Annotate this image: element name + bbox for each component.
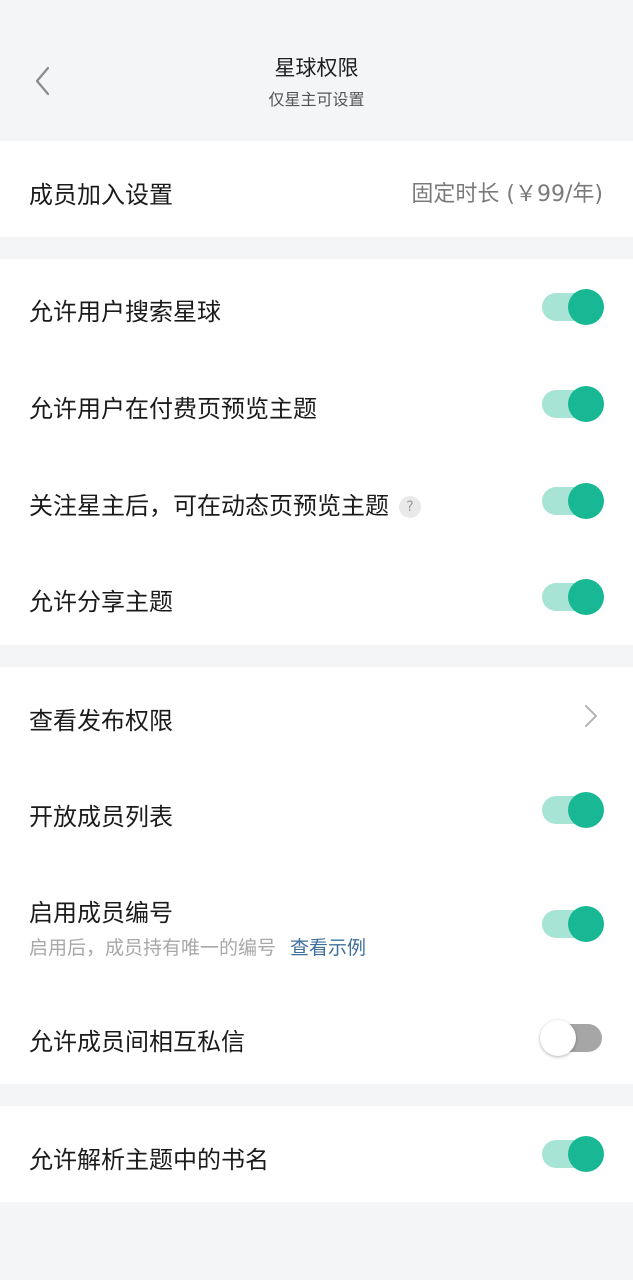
publish-permission-label: 查看发布权限 bbox=[29, 707, 173, 735]
membership-section: 成员加入设置 固定时长 (￥99/年) bbox=[0, 141, 633, 237]
membership-setting-row[interactable]: 成员加入设置 固定时长 (￥99/年) bbox=[0, 141, 633, 237]
membership-setting-value: 固定时长 (￥99/年) bbox=[411, 182, 603, 207]
member-number-toggle[interactable] bbox=[542, 906, 604, 942]
permissions-page: 星球权限 仅星主可设置 成员加入设置 固定时长 (￥99/年) 允许用户搜索星球… bbox=[0, 0, 633, 1280]
follow-preview-row: 关注星主后，可在动态页预览主题? bbox=[0, 453, 633, 550]
help-icon[interactable]: ? bbox=[399, 496, 421, 518]
private-message-row: 允许成员间相互私信 bbox=[0, 986, 633, 1084]
search-planet-label: 允许用户搜索星球 bbox=[29, 298, 221, 326]
private-message-toggle[interactable] bbox=[540, 1020, 604, 1056]
header: 星球权限 仅星主可设置 bbox=[0, 0, 633, 141]
member-number-sub: 启用后，成员持有唯一的编号 bbox=[29, 937, 277, 959]
parse-book-label: 允许解析主题中的书名 bbox=[29, 1146, 269, 1174]
page-title: 星球权限 bbox=[274, 56, 359, 80]
search-planet-toggle[interactable] bbox=[542, 289, 604, 325]
parse-book-row: 允许解析主题中的书名 bbox=[0, 1106, 633, 1202]
member-list-row: 开放成员列表 bbox=[0, 764, 633, 861]
member-number-description: 启用后，成员持有唯一的编号 查看示例 bbox=[29, 933, 366, 960]
visibility-section: 允许用户搜索星球 允许用户在付费页预览主题 关注星主后，可在动态页预览主题? 允… bbox=[0, 259, 633, 645]
page-subtitle: 仅星主可设置 bbox=[268, 90, 365, 109]
book-section: 允许解析主题中的书名 bbox=[0, 1106, 633, 1202]
search-planet-row: 允许用户搜索星球 bbox=[0, 259, 633, 356]
preview-topics-row: 允许用户在付费页预览主题 bbox=[0, 356, 633, 453]
share-topics-row: 允许分享主题 bbox=[0, 550, 633, 645]
member-list-toggle[interactable] bbox=[542, 792, 604, 828]
publish-permission-row[interactable]: 查看发布权限 bbox=[0, 667, 633, 764]
preview-topics-label: 允许用户在付费页预览主题 bbox=[29, 395, 317, 423]
share-topics-label: 允许分享主题 bbox=[29, 588, 173, 616]
follow-preview-text: 关注星主后，可在动态页预览主题 bbox=[29, 492, 389, 520]
member-list-label: 开放成员列表 bbox=[29, 803, 173, 831]
chevron-right-icon bbox=[585, 705, 597, 727]
member-number-label: 启用成员编号 bbox=[29, 899, 173, 927]
view-example-link[interactable]: 查看示例 bbox=[290, 937, 366, 959]
member-number-row: 启用成员编号 启用后，成员持有唯一的编号 查看示例 bbox=[0, 861, 633, 986]
preview-topics-toggle[interactable] bbox=[542, 386, 604, 422]
share-topics-toggle[interactable] bbox=[542, 579, 604, 615]
private-message-label: 允许成员间相互私信 bbox=[29, 1028, 245, 1056]
member-section: 查看发布权限 开放成员列表 启用成员编号 启用后，成员持有唯一的编号 查看示例 允… bbox=[0, 667, 633, 1084]
follow-preview-toggle[interactable] bbox=[542, 483, 604, 519]
parse-book-toggle[interactable] bbox=[542, 1136, 604, 1172]
follow-preview-label: 关注星主后，可在动态页预览主题? bbox=[29, 486, 421, 521]
membership-setting-label: 成员加入设置 bbox=[29, 181, 173, 209]
